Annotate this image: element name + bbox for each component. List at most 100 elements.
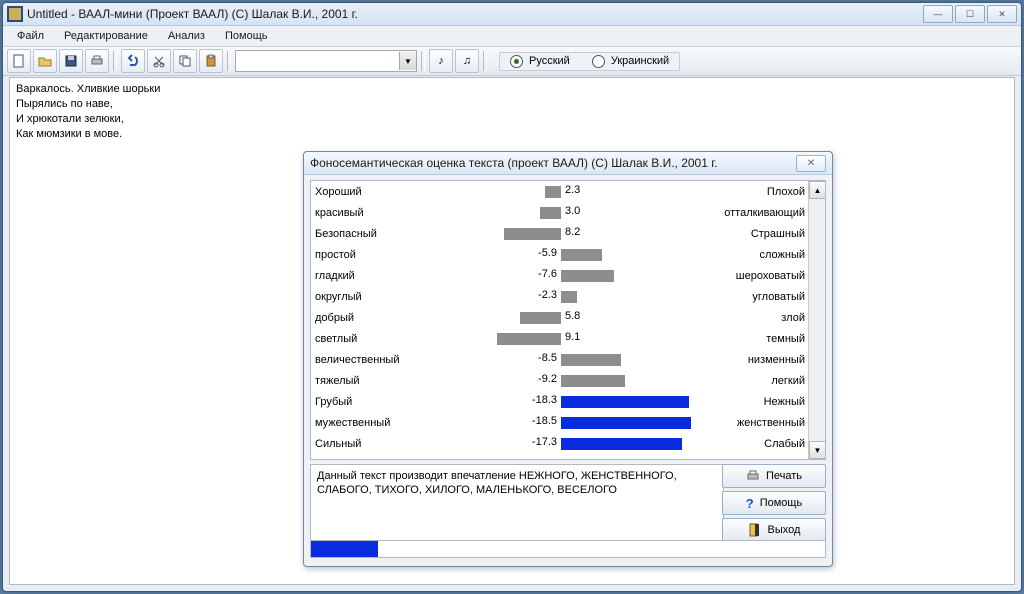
language-radio-group: Русский Украинский [499, 52, 680, 71]
scale-right-label: Слабый [711, 438, 809, 450]
scale-bar: 8.2 [411, 226, 711, 242]
scale-row: тяжелый -9.2 легкий [311, 370, 809, 391]
scale-right-label: отталкивающий [711, 207, 809, 219]
scale-left-label: добрый [311, 312, 411, 324]
scale-right-label: угловатый [711, 291, 809, 303]
radio-russian-label: Русский [529, 55, 570, 67]
undo-icon[interactable] [121, 49, 145, 73]
progress-bar [310, 540, 826, 558]
scale-value: -18.5 [517, 415, 561, 427]
scale-row: мужественный -18.5 женственный [311, 412, 809, 433]
scroll-down-icon[interactable]: ▼ [809, 441, 826, 459]
note-double-icon[interactable]: ♫ [455, 49, 479, 73]
maximize-button[interactable]: ☐ [955, 5, 985, 23]
scale-value: 9.1 [561, 331, 605, 343]
scale-right-label: низменный [711, 354, 809, 366]
app-icon [7, 6, 23, 22]
analysis-dialog: Фоносемантическая оценка текста (проект … [303, 151, 833, 567]
dialog-close-button[interactable]: ✕ [796, 155, 826, 172]
scale-bar: -9.2 [411, 373, 711, 389]
vertical-scrollbar[interactable]: ▲ ▼ [808, 181, 825, 459]
menu-file[interactable]: Файл [7, 28, 54, 44]
scale-row: простой -5.9 сложный [311, 244, 809, 265]
scale-left-label: Грубый [311, 396, 411, 408]
minimize-button[interactable]: — [923, 5, 953, 23]
close-button[interactable]: ✕ [987, 5, 1017, 23]
scale-row: Сильный-17.3Слабый [311, 433, 809, 454]
scale-bar: 3.0 [411, 205, 711, 221]
scale-left-label: мужественный [311, 417, 411, 429]
font-select[interactable]: ▼ [235, 50, 417, 72]
scale-left-label: светлый [311, 333, 411, 345]
menu-analysis[interactable]: Анализ [158, 28, 215, 44]
exit-button-label: Выход [768, 524, 801, 536]
scale-value: 5.8 [561, 310, 605, 322]
scale-left-label: Хороший [311, 186, 411, 198]
scale-value: -17.3 [517, 436, 561, 448]
scale-bar: 2.3 [411, 184, 711, 200]
scale-value: -18.3 [517, 394, 561, 406]
print-icon[interactable] [85, 49, 109, 73]
menubar: Файл Редактирование Анализ Помощь [3, 26, 1021, 47]
scroll-up-icon[interactable]: ▲ [809, 181, 826, 199]
scale-row: гладкий-7.6шероховатый [311, 265, 809, 286]
printer-icon [746, 469, 760, 483]
scale-bar: -2.3 [411, 289, 711, 305]
scale-bar: -8.5 [411, 352, 711, 368]
save-file-icon[interactable] [59, 49, 83, 73]
help-button[interactable]: ? Помощь [722, 491, 826, 515]
scale-value: -5.9 [517, 247, 561, 259]
new-file-icon[interactable] [7, 49, 31, 73]
scale-row: добрый5.8злой [311, 307, 809, 328]
menu-edit[interactable]: Редактирование [54, 28, 158, 44]
scale-row: Грубый -18.3 Нежный [311, 391, 809, 412]
scale-value: -8.5 [517, 352, 561, 364]
scale-left-label: величественный [311, 354, 411, 366]
scale-right-label: легкий [711, 375, 809, 387]
open-file-icon[interactable] [33, 49, 57, 73]
scale-row: Безопасный 8.2 Страшный [311, 223, 809, 244]
paste-icon[interactable] [199, 49, 223, 73]
chevron-down-icon: ▼ [399, 52, 416, 70]
radio-ukrainian[interactable] [592, 55, 605, 68]
exit-button[interactable]: Выход [722, 518, 826, 542]
scale-right-label: Страшный [711, 228, 809, 240]
dialog-title: Фоносемантическая оценка текста (проект … [310, 156, 796, 170]
scale-right-label: Нежный [711, 396, 809, 408]
door-exit-icon [748, 523, 762, 537]
scale-bar: 9.1 [411, 331, 711, 347]
scale-bar: -17.3 [411, 436, 711, 452]
editor-content: Варкалось. Хливкие шорьки Пырялись по на… [10, 78, 1014, 146]
scale-value: 3.0 [561, 205, 605, 217]
dialog-titlebar[interactable]: Фоносемантическая оценка текста (проект … [304, 152, 832, 175]
note-single-icon[interactable]: ♪ [429, 49, 453, 73]
scale-right-label: сложный [711, 249, 809, 261]
progress-fill [311, 541, 378, 557]
window-title: Untitled - ВААЛ-мини (Проект ВААЛ) (C) Ш… [27, 7, 923, 21]
scale-value: 2.3 [561, 184, 605, 196]
scale-left-label: округлый [311, 291, 411, 303]
scale-bar: -18.3 [411, 394, 711, 410]
scale-right-label: женственный [711, 417, 809, 429]
scales-panel: Хороший2.3Плохойкрасивый3.0отталкивающий… [310, 180, 826, 460]
menu-help[interactable]: Помощь [215, 28, 278, 44]
copy-icon[interactable] [173, 49, 197, 73]
scale-right-label: темный [711, 333, 809, 345]
dialog-buttons: Печать ? Помощь Выход [722, 464, 826, 542]
scale-right-label: шероховатый [711, 270, 809, 282]
scale-bar: -18.5 [411, 415, 711, 431]
scale-value: 8.2 [561, 226, 605, 238]
scale-left-label: Безопасный [311, 228, 411, 240]
scale-left-label: простой [311, 249, 411, 261]
scale-left-label: тяжелый [311, 375, 411, 387]
scale-value: -2.3 [517, 289, 561, 301]
scale-left-label: гладкий [311, 270, 411, 282]
radio-ukrainian-label: Украинский [611, 55, 669, 67]
main-window: Untitled - ВААЛ-мини (Проект ВААЛ) (C) Ш… [2, 2, 1022, 592]
scale-value: -9.2 [517, 373, 561, 385]
print-button[interactable]: Печать [722, 464, 826, 488]
titlebar[interactable]: Untitled - ВААЛ-мини (Проект ВААЛ) (C) Ш… [3, 3, 1021, 26]
radio-russian[interactable] [510, 55, 523, 68]
cut-icon[interactable] [147, 49, 171, 73]
question-icon: ? [746, 496, 754, 511]
